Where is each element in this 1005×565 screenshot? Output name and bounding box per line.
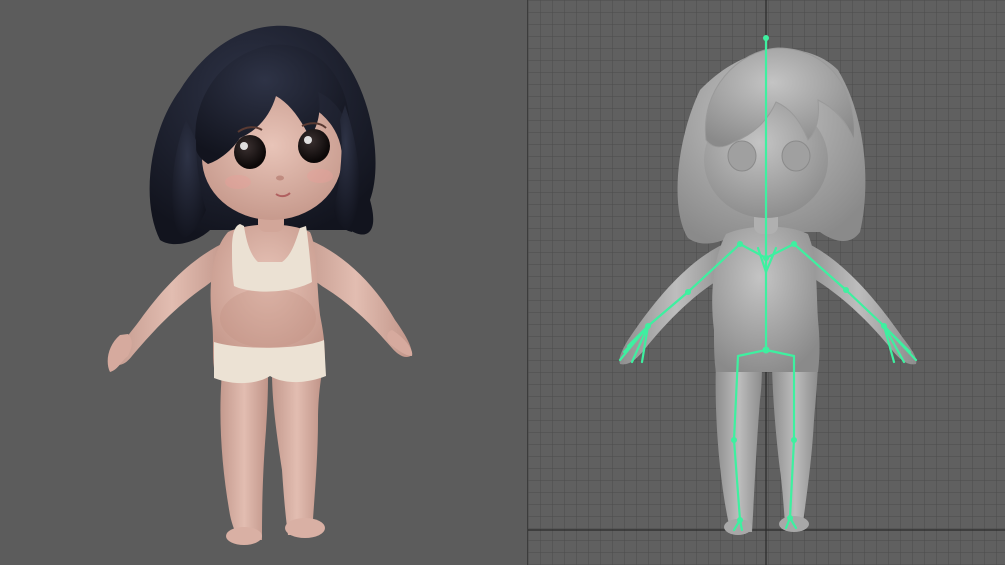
joint-head [763, 35, 769, 41]
rig-viewport[interactable] [528, 0, 1005, 565]
eye-right-highlight [304, 136, 312, 144]
nose [276, 175, 284, 181]
joint-ankle-left [737, 517, 743, 523]
eye-left [234, 135, 266, 169]
right-leg [272, 372, 322, 535]
joint-shoulder-right [791, 241, 797, 247]
joint-elbow-right [843, 287, 849, 293]
rig-render [528, 0, 1005, 565]
joint-wrist-left [645, 323, 651, 329]
left-hand [107, 334, 132, 372]
joint-shoulder-left [737, 241, 743, 247]
left-foot [226, 527, 262, 545]
clay-eye-right [781, 140, 811, 172]
character-render [107, 25, 413, 545]
left-leg [220, 372, 268, 540]
cheek-right [307, 169, 333, 183]
cheek-left [225, 175, 251, 189]
right-foot [285, 518, 325, 538]
eye-right [298, 129, 330, 163]
modeling-workspace [0, 0, 1005, 565]
joint-ankle-right [787, 515, 793, 521]
clay-eye-left [727, 140, 757, 172]
joint-pelvis [762, 346, 770, 354]
belly-shade [220, 288, 316, 348]
joint-knee-left [731, 437, 737, 443]
joint-elbow-left [685, 289, 691, 295]
joint-knee-right [791, 437, 797, 443]
joint-neck [763, 255, 769, 261]
joint-wrist-right [881, 323, 887, 329]
eye-left-highlight [240, 142, 248, 150]
render-viewport[interactable] [0, 0, 528, 565]
